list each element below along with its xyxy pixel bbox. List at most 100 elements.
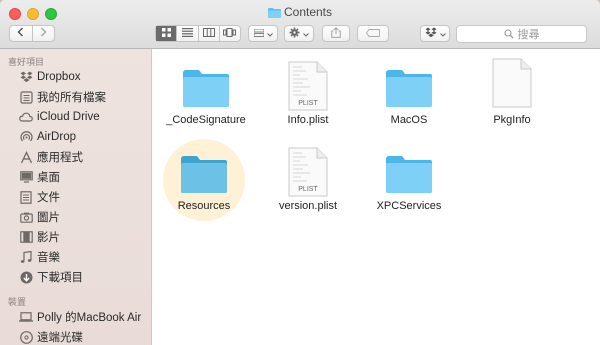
column-view-button[interactable]: [197, 26, 219, 41]
sidebar-item-music[interactable]: 音樂: [19, 248, 60, 266]
all-files-icon: [19, 90, 33, 104]
devices-header: 裝置: [8, 297, 27, 307]
dropbox-toolbar-button[interactable]: [420, 25, 450, 42]
plist-badge: PLIST: [298, 100, 318, 107]
applications-icon: [19, 150, 33, 164]
list-view-button[interactable]: [176, 26, 197, 41]
search-placeholder: 搜尋: [517, 29, 540, 41]
chevron-down-icon: [439, 28, 446, 40]
file-item[interactable]: PkgInfo: [462, 53, 562, 126]
back-button[interactable]: [10, 26, 32, 41]
folder-icon: [182, 68, 230, 111]
folder-icon: [385, 154, 433, 197]
laptop-icon: [19, 310, 33, 324]
action-button[interactable]: [284, 25, 314, 42]
file-item[interactable]: MacOS: [359, 53, 459, 126]
gear-icon: [289, 27, 300, 41]
forward-button[interactable]: [31, 26, 55, 41]
list-icon: [181, 27, 193, 40]
share-icon: [331, 26, 341, 41]
sidebar-item-label: 下載項目: [37, 272, 83, 284]
desktop-icon: [19, 170, 33, 184]
sidebar-item-label: Dropbox: [37, 71, 81, 83]
file-item-selected[interactable]: Resources: [154, 139, 254, 212]
file-item[interactable]: PLIST Info.plist: [258, 53, 358, 126]
folder-icon: [385, 68, 433, 111]
cover-flow-icon: [223, 27, 237, 40]
arrange-button[interactable]: [248, 25, 278, 42]
file-name: Resources: [177, 200, 231, 212]
sidebar-item-label: 桌面: [37, 172, 60, 184]
sidebar: 喜好項目 Dropbox 我的所有檔案 iCloud Drive AirDrop…: [0, 49, 152, 345]
file-browser: _CodeSignature PLIST Info.plist MacOS Pk…: [152, 49, 600, 345]
plist-document-icon: PLIST: [288, 61, 328, 111]
file-name: version.plist: [278, 200, 338, 212]
dropbox-icon: [425, 27, 437, 41]
file-item[interactable]: _CodeSignature: [156, 53, 256, 126]
favorites-header: 喜好項目: [8, 57, 45, 67]
sidebar-item-label: 文件: [37, 192, 60, 204]
chevron-left-icon: [17, 27, 24, 40]
sidebar-item-label: 音樂: [37, 252, 60, 264]
sidebar-item-label: 影片: [37, 232, 60, 244]
view-mode-segment: [155, 25, 241, 42]
pictures-icon: [19, 210, 33, 224]
search-icon: [503, 29, 514, 39]
window-title: Contents: [0, 5, 600, 21]
plist-badge: PLIST: [298, 186, 318, 193]
music-icon: [19, 250, 33, 264]
sidebar-item-icloud-drive[interactable]: iCloud Drive: [19, 108, 100, 126]
sidebar-item-pictures[interactable]: 圖片: [19, 208, 60, 226]
toolbar: Contents 搜尋: [0, 0, 600, 49]
arrange-grid-icon: [253, 28, 264, 40]
downloads-icon: [19, 270, 33, 284]
window-title-text: Contents: [283, 5, 333, 19]
sidebar-item-desktop[interactable]: 桌面: [19, 168, 60, 186]
sidebar-item-label: AirDrop: [37, 131, 76, 143]
file-item[interactable]: XPCServices: [359, 139, 459, 212]
sidebar-item-applications[interactable]: 應用程式: [19, 148, 83, 166]
sidebar-item-dropbox[interactable]: Dropbox: [19, 68, 80, 86]
sidebar-item-label: iCloud Drive: [37, 111, 100, 123]
file-name: Info.plist: [287, 114, 329, 126]
columns-icon: [202, 27, 215, 40]
chevron-down-icon: [266, 28, 273, 40]
nav-buttons: [9, 25, 55, 42]
sidebar-item-label: 我的所有檔案: [37, 92, 106, 104]
tag-icon: [365, 28, 380, 40]
file-name: MacOS: [390, 114, 428, 126]
dropbox-icon: [19, 70, 33, 84]
folder-icon: [180, 154, 228, 197]
file-item[interactable]: PLIST version.plist: [258, 139, 358, 212]
sidebar-item-label: 圖片: [37, 212, 60, 224]
movies-icon: [19, 230, 33, 244]
chevron-down-icon: [303, 28, 309, 40]
edit-tags-button[interactable]: [357, 25, 389, 42]
file-name: PkgInfo: [493, 114, 531, 126]
icon-view-button[interactable]: [156, 26, 177, 41]
sidebar-item-all-files[interactable]: 我的所有檔案: [19, 88, 106, 106]
sidebar-item-macbook[interactable]: Polly 的MacBook Air: [19, 308, 141, 326]
sidebar-item-label: 應用程式: [37, 152, 83, 164]
sidebar-item-documents[interactable]: 文件: [19, 188, 60, 206]
finder-window: Contents 搜尋 喜好項目 Dropbox 我的所有檔案 iCloud D…: [0, 0, 600, 345]
disc-icon: [19, 330, 33, 344]
folder-icon: [267, 7, 281, 21]
airdrop-icon: [19, 130, 33, 144]
sidebar-item-downloads[interactable]: 下載項目: [19, 268, 83, 286]
sidebar-item-movies[interactable]: 影片: [19, 228, 60, 246]
documents-icon: [19, 190, 33, 204]
chevron-right-icon: [40, 27, 47, 40]
sidebar-item-label: Polly 的MacBook Air: [37, 312, 142, 324]
sidebar-item-airdrop[interactable]: AirDrop: [19, 128, 76, 146]
search-field[interactable]: 搜尋: [456, 25, 587, 43]
file-name: XPCServices: [376, 200, 442, 212]
share-button[interactable]: [322, 25, 350, 42]
file-name: _CodeSignature: [166, 114, 246, 126]
cover-flow-view-button[interactable]: [218, 26, 240, 41]
plist-document-icon: PLIST: [288, 147, 328, 197]
grid-icon: [161, 27, 171, 40]
document-icon: [492, 58, 532, 111]
sidebar-item-label: 遠端光碟: [37, 332, 83, 344]
sidebar-item-remote-disc[interactable]: 遠端光碟: [19, 328, 83, 345]
